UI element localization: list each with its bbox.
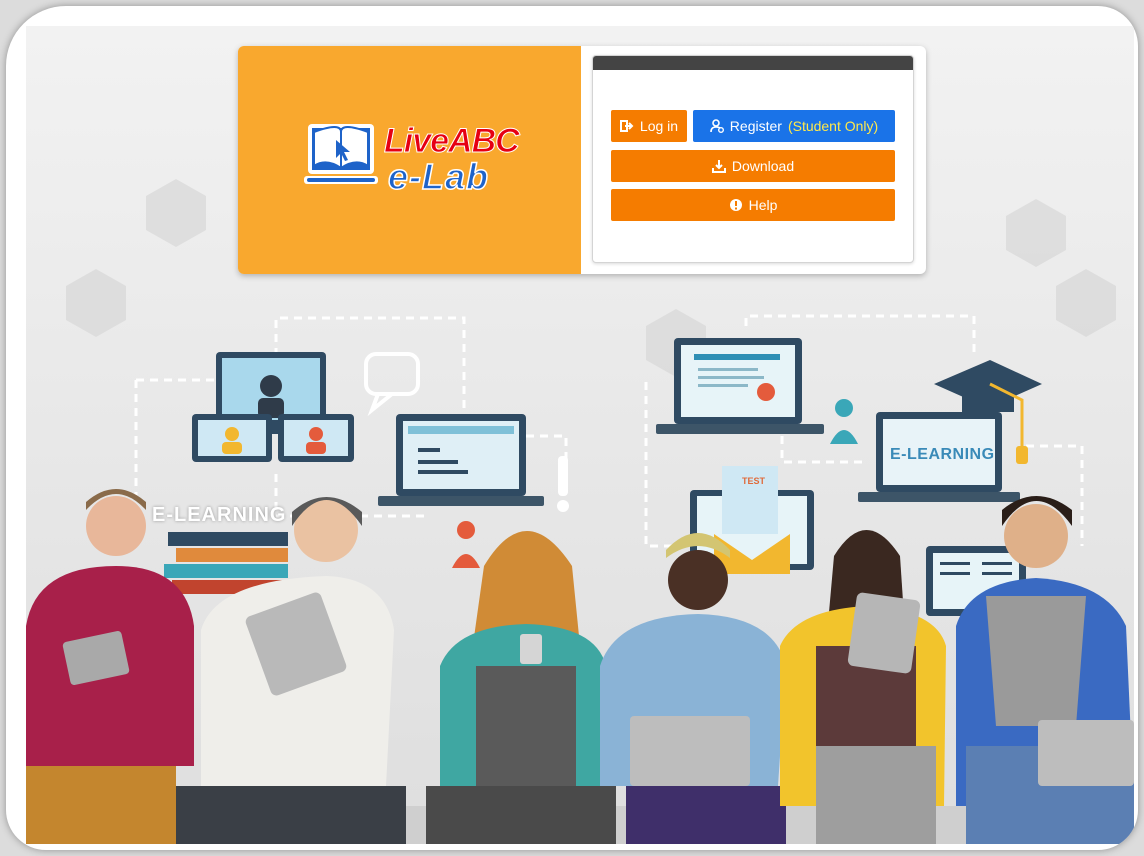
logo-live-text: Live xyxy=(383,122,449,161)
liveabc-elab-logo[interactable]: LiveABC e-Lab xyxy=(304,118,520,198)
test-label: TEST xyxy=(742,476,766,486)
help-label: Help xyxy=(748,197,778,213)
register-note: (Student Only) xyxy=(787,118,879,134)
book-cursor-logo-icon xyxy=(304,124,378,184)
certificate-laptop-icon xyxy=(656,338,824,434)
download-icon xyxy=(711,160,726,173)
logo-panel: LiveABC e-Lab xyxy=(238,46,581,274)
auth-panel-header xyxy=(593,56,913,70)
login-button[interactable]: Log in xyxy=(611,110,687,142)
student-figure-icon xyxy=(830,399,858,444)
sign-in-icon xyxy=(619,120,634,132)
download-label: Download xyxy=(731,158,795,174)
logo-abc-text: ABC xyxy=(448,122,521,161)
help-button[interactable]: Help xyxy=(611,189,895,221)
register-button[interactable]: Register (Student Only) xyxy=(693,110,895,142)
logo-subtitle: e-Lab xyxy=(387,155,490,198)
laptop-form-icon xyxy=(378,414,544,506)
elearning-label-left: E-LEARNING xyxy=(152,504,287,526)
login-card: LiveABC e-Lab Log in Register (Student O… xyxy=(238,46,926,274)
login-label: Log in xyxy=(639,118,679,134)
exclamation-icon xyxy=(557,456,569,512)
auth-panel: Log in Register (Student Only) Download xyxy=(592,55,914,263)
info-circle-icon xyxy=(729,199,742,211)
student-figure-red-icon xyxy=(452,521,480,568)
speech-bubble-icon xyxy=(364,352,420,417)
elearning-label-right: E-LEARNING xyxy=(890,446,995,463)
user-gear-icon xyxy=(709,119,724,133)
register-label: Register xyxy=(729,118,782,134)
download-button[interactable]: Download xyxy=(611,150,895,182)
